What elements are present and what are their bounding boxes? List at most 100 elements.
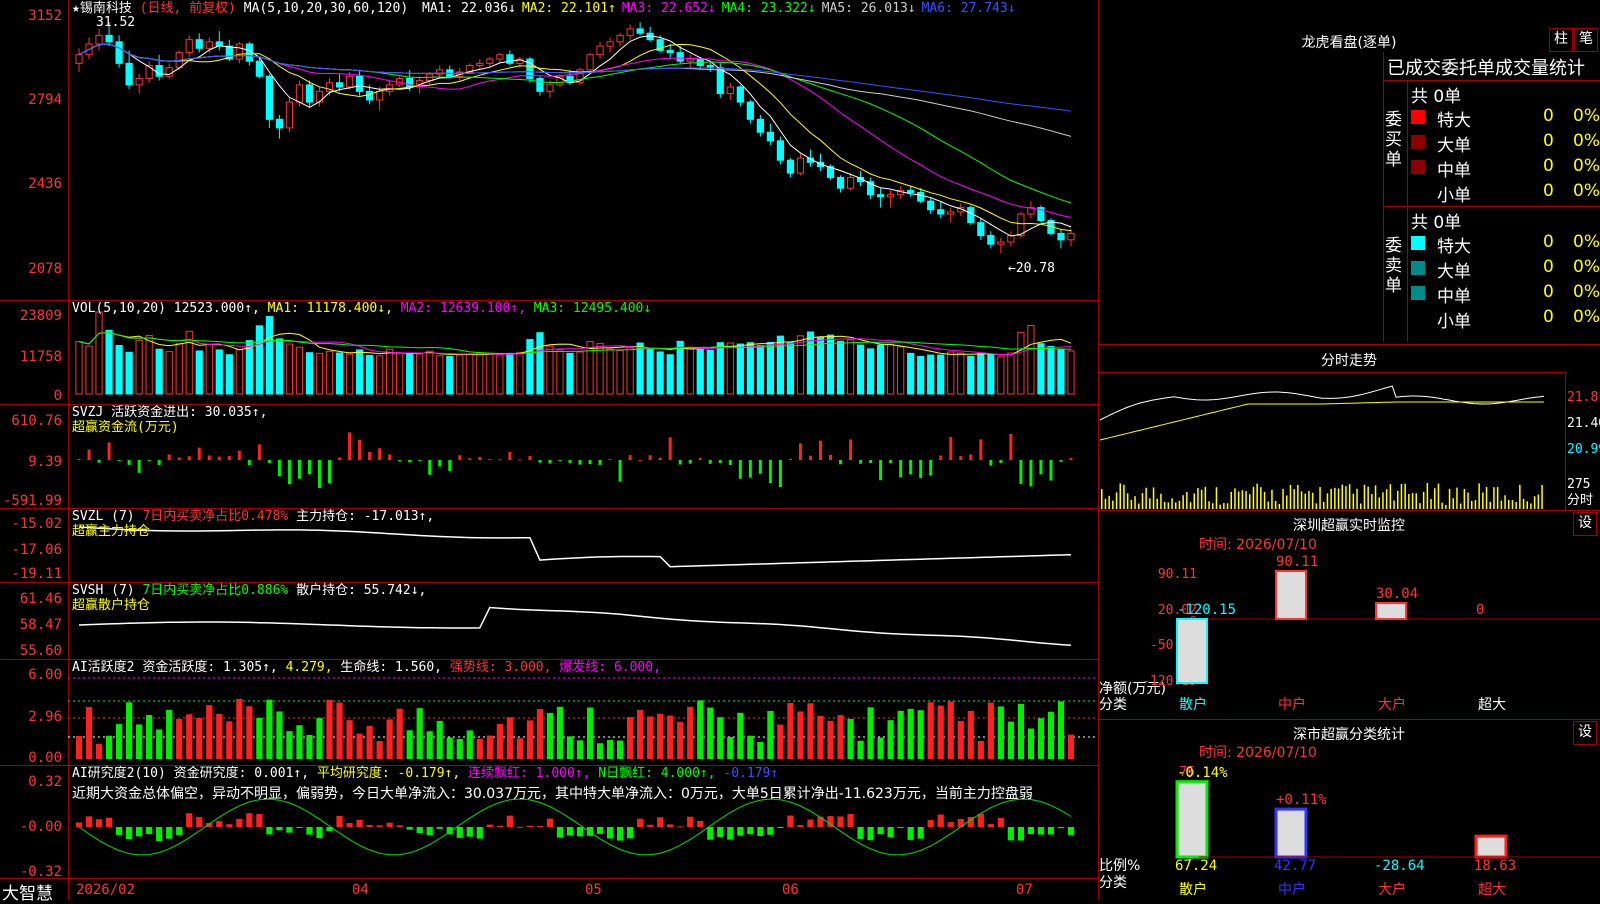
intraday-volume-bar — [1411, 493, 1414, 509]
main-chart-area[interactable]: ★锡南科技 (日线, 前复权) MA(5,10,20,30,60,120) MA… — [0, 0, 1099, 904]
activity-bar — [887, 720, 894, 759]
monitor-category: 超大 — [1478, 697, 1506, 713]
flow-bar — [879, 460, 883, 481]
svzj-subtitle: 超赢资金流(万元) — [72, 420, 179, 435]
intraday-volume-bar — [1330, 488, 1332, 509]
flow-bar — [909, 460, 913, 475]
volume-bar — [536, 332, 544, 395]
intraday-volume-bar — [1234, 488, 1236, 509]
research-bar — [376, 825, 383, 827]
svzj-axis-label: 9.39 — [28, 454, 62, 470]
candle-body — [406, 77, 414, 88]
flow-bar — [458, 455, 462, 460]
intraday-volume-bar — [1245, 491, 1247, 509]
activity-bar — [637, 709, 644, 759]
ai1-label: AI活跃度2 — [72, 660, 135, 675]
monitor-bar — [1176, 618, 1208, 685]
volume-bar — [866, 348, 875, 395]
flow-bar — [418, 460, 422, 461]
ma-line — [78, 35, 1072, 237]
research-bar — [456, 827, 463, 838]
activity-bar — [156, 729, 163, 759]
intraday-volume-bar — [1323, 501, 1325, 509]
flow-bar — [277, 460, 281, 477]
activity-bar — [967, 710, 974, 759]
volume-bar — [95, 311, 103, 395]
ai1-a: 资金活跃度: 1.305↑, — [142, 660, 278, 675]
activity-bar — [176, 718, 183, 759]
candle-body — [1017, 213, 1025, 237]
volume-bar — [355, 349, 364, 395]
candle-body — [195, 39, 203, 49]
research-bar — [566, 827, 574, 836]
retail-holding-line — [78, 606, 1072, 647]
research-bar — [997, 818, 1004, 827]
volume-bar — [115, 344, 123, 395]
research-bar — [466, 827, 473, 837]
volume-bar — [706, 349, 714, 395]
volume-bar — [987, 353, 995, 395]
research-bar — [847, 814, 854, 827]
activity-bar — [907, 708, 914, 759]
volume-bar — [816, 337, 825, 395]
intraday-volume-bar — [1530, 503, 1532, 509]
volume-bar — [255, 325, 263, 395]
intraday-volume-bar — [1274, 500, 1277, 509]
volume-bar — [696, 348, 704, 395]
volume-bar — [606, 348, 614, 395]
activity-bar — [386, 719, 393, 759]
candle-body — [746, 101, 754, 120]
volume-bar — [265, 316, 273, 395]
research-bar — [336, 815, 343, 827]
intraday-volume-bar — [1145, 487, 1147, 509]
research-bar — [877, 827, 884, 835]
stats-bar-bottom-label: -28.64 — [1374, 858, 1425, 874]
x-axis-label: 04 — [352, 882, 369, 898]
activity-bar — [266, 699, 273, 759]
svzl-axis-label: -19.11 — [11, 566, 62, 582]
volume-bar — [796, 335, 805, 395]
flow-bar — [368, 452, 372, 460]
candle-body — [335, 82, 344, 88]
research-bar — [737, 827, 744, 836]
intraday-volume-bar — [1326, 493, 1329, 509]
research-bar — [807, 819, 814, 827]
activity-bar — [436, 720, 443, 759]
flow-bar — [548, 460, 552, 464]
research-bar — [406, 827, 413, 830]
intraday-volume-bar — [1471, 500, 1473, 509]
candle-body — [315, 90, 324, 103]
flow-bar — [778, 460, 782, 488]
intraday-volume-bar — [1178, 500, 1181, 509]
flow-bar — [568, 460, 572, 464]
activity-bar — [226, 721, 233, 759]
vol-ma2: MA2: 12639.100↑, — [400, 301, 526, 316]
volume-bar — [396, 352, 404, 395]
volume-bar — [766, 341, 774, 395]
activity-bar — [947, 701, 954, 759]
research-bar — [576, 827, 584, 837]
intraday-volume-bar — [1496, 486, 1499, 509]
flow-bar — [919, 460, 923, 478]
candle-body — [145, 65, 153, 79]
research-bar — [977, 813, 984, 827]
volume-bar — [576, 351, 584, 395]
research-bar — [386, 822, 393, 827]
research-bar — [1007, 827, 1014, 841]
volume-bar — [877, 344, 885, 395]
intraday-volume-bar — [1493, 487, 1495, 509]
flow-bar — [488, 459, 492, 461]
candlestick-chart[interactable] — [0, 0, 1098, 900]
chart-mode: (日线, 前复权) — [139, 1, 236, 16]
ai2-b: 平均研究度: -0.179↑, — [316, 766, 461, 781]
candle-body — [907, 189, 915, 194]
activity-bar — [486, 735, 493, 759]
monitor-category: 中户 — [1278, 697, 1306, 713]
candle-body — [756, 118, 764, 133]
x-axis-label: 07 — [1016, 882, 1033, 898]
flow-bar — [378, 448, 382, 460]
research-bar — [1057, 827, 1065, 829]
intraday-volume-bar — [1130, 499, 1133, 509]
intraday-volume-bar — [1519, 484, 1521, 509]
volume-bar — [786, 342, 795, 395]
